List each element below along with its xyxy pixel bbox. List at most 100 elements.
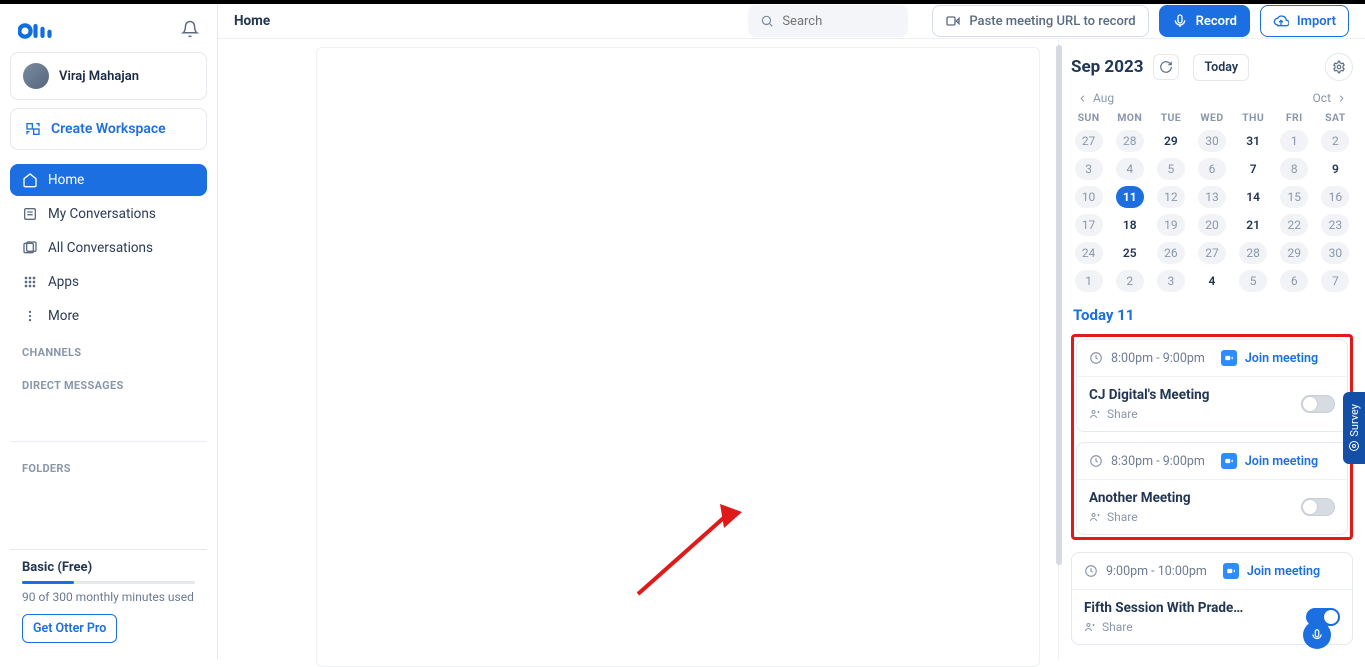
calendar-day[interactable]: 23 (1321, 214, 1349, 236)
meeting-share-button[interactable]: Share (1084, 620, 1243, 634)
section-channels-title: CHANNELS (10, 332, 207, 365)
calendar-day[interactable]: 4 (1198, 270, 1226, 292)
import-button[interactable]: Import (1260, 5, 1349, 37)
calendar-day[interactable]: 31 (1239, 130, 1267, 152)
join-meeting-link[interactable]: Join meeting (1245, 351, 1318, 366)
app-logo[interactable] (18, 20, 60, 42)
calendar-day[interactable]: 26 (1157, 242, 1185, 264)
calendar-day[interactable]: 25 (1116, 242, 1144, 264)
calendar-day[interactable]: 13 (1198, 186, 1226, 208)
zoom-icon (1221, 453, 1237, 469)
calendar-today-button[interactable]: Today (1193, 54, 1249, 81)
calendar-day[interactable]: 18 (1116, 214, 1144, 236)
calendar-day[interactable]: 29 (1280, 242, 1308, 264)
calendar-day[interactable]: 24 (1075, 242, 1103, 264)
calendar-day[interactable]: 3 (1157, 270, 1185, 292)
meeting-record-toggle[interactable] (1301, 498, 1335, 516)
annotation-highlight: 8:00pm - 9:00pmJoin meetingCJ Digital's … (1071, 334, 1353, 540)
calendar-day[interactable]: 11 (1116, 186, 1144, 208)
today-section-title: Today 11 (1073, 306, 1353, 324)
calendar-day[interactable]: 28 (1116, 130, 1144, 152)
create-workspace-button[interactable]: Create Workspace (10, 108, 207, 150)
calendar-day[interactable]: 3 (1075, 158, 1103, 180)
share-icon (1084, 621, 1096, 633)
calendar-day[interactable]: 27 (1198, 242, 1226, 264)
nav-my-conversations-label: My Conversations (48, 206, 156, 222)
paste-url-button[interactable]: Paste meeting URL to record (932, 5, 1148, 37)
nav-apps[interactable]: Apps (10, 266, 207, 298)
sidebar-footer: Basic (Free) 90 of 300 monthly minutes u… (10, 549, 207, 649)
calendar-prev-label: Aug (1093, 91, 1114, 105)
calendar-day[interactable]: 22 (1280, 214, 1308, 236)
calendar-day[interactable]: 16 (1321, 186, 1349, 208)
clock-icon (1089, 351, 1103, 365)
calendar-next-month[interactable]: Oct (1313, 91, 1347, 105)
calendar-day[interactable]: 7 (1321, 270, 1349, 292)
sidebar: Viraj Mahajan Create Workspace Home My C… (0, 4, 218, 659)
annotation-arrow (628, 494, 748, 604)
calendar-day[interactable]: 30 (1198, 130, 1226, 152)
calendar-day[interactable]: 29 (1157, 130, 1185, 152)
calendar-day[interactable]: 2 (1321, 130, 1349, 152)
meeting-share-button[interactable]: Share (1089, 510, 1191, 524)
direct-messages-empty (10, 398, 207, 442)
calendar-day[interactable]: 27 (1075, 130, 1103, 152)
join-meeting-link[interactable]: Join meeting (1247, 564, 1320, 579)
calendar-day[interactable]: 19 (1157, 214, 1185, 236)
nav-home-label: Home (48, 172, 84, 188)
calendar-day[interactable]: 28 (1239, 242, 1267, 264)
user-card[interactable]: Viraj Mahajan (10, 52, 207, 100)
search-box[interactable] (748, 5, 908, 37)
calendar-day[interactable]: 8 (1280, 158, 1308, 180)
meeting-title: Another Meeting (1089, 490, 1191, 506)
search-input[interactable] (782, 14, 882, 29)
join-meeting-link[interactable]: Join meeting (1245, 454, 1318, 469)
meeting-time: 8:00pm - 9:00pm (1111, 351, 1205, 366)
calendar-day[interactable]: 10 (1075, 186, 1103, 208)
calendar-day[interactable]: 12 (1157, 186, 1185, 208)
nav-more[interactable]: More (10, 300, 207, 332)
calendar-prev-month[interactable]: Aug (1077, 91, 1114, 105)
calendar-refresh-button[interactable] (1153, 54, 1179, 80)
calendar-day[interactable]: 30 (1321, 242, 1349, 264)
arrow-right-icon (1336, 93, 1347, 104)
calendar-day[interactable]: 6 (1280, 270, 1308, 292)
calendar-dow: FRI (1277, 111, 1312, 124)
section-folders-title: FOLDERS (10, 448, 207, 481)
calendar-day[interactable]: 7 (1239, 158, 1267, 180)
calendar-day[interactable]: 21 (1239, 214, 1267, 236)
search-icon (760, 14, 774, 28)
calendar-day[interactable]: 14 (1239, 186, 1267, 208)
nav-my-conversations[interactable]: My Conversations (10, 198, 207, 230)
clock-icon (1084, 564, 1098, 578)
calendar-day[interactable]: 17 (1075, 214, 1103, 236)
nav-home[interactable]: Home (10, 164, 207, 196)
meeting-share-button[interactable]: Share (1089, 407, 1209, 421)
meeting-record-toggle[interactable] (1301, 395, 1335, 413)
calendar-day[interactable]: 1 (1075, 270, 1103, 292)
nav-all-conversations[interactable]: All Conversations (10, 232, 207, 264)
share-icon (1089, 511, 1101, 523)
calendar-day[interactable]: 15 (1280, 186, 1308, 208)
calendar-day[interactable]: 9 (1321, 158, 1349, 180)
zoom-icon (1223, 563, 1239, 579)
usage-text: 90 of 300 monthly minutes used (14, 590, 203, 614)
calendar-day[interactable]: 6 (1198, 158, 1226, 180)
calendar-day[interactable]: 2 (1116, 270, 1144, 292)
meeting-card: 8:30pm - 9:00pmJoin meetingAnother Meeti… (1076, 442, 1348, 535)
calendar-day[interactable]: 1 (1280, 130, 1308, 152)
record-button[interactable]: Record (1159, 5, 1250, 37)
assistant-button[interactable] (1303, 621, 1331, 649)
calendar-day[interactable]: 20 (1198, 214, 1226, 236)
video-icon (945, 13, 961, 29)
calendar-day[interactable]: 5 (1239, 270, 1267, 292)
gear-icon (1332, 60, 1346, 74)
meeting-card: 8:00pm - 9:00pmJoin meetingCJ Digital's … (1076, 339, 1348, 432)
calendar-day[interactable]: 4 (1116, 158, 1144, 180)
get-pro-button[interactable]: Get Otter Pro (22, 614, 117, 643)
bell-icon[interactable] (181, 20, 199, 42)
calendar-day[interactable]: 5 (1157, 158, 1185, 180)
survey-tab[interactable]: Survey (1343, 392, 1365, 464)
calendar-month-label: Sep 2023 (1071, 57, 1143, 77)
calendar-settings-button[interactable] (1325, 53, 1353, 81)
